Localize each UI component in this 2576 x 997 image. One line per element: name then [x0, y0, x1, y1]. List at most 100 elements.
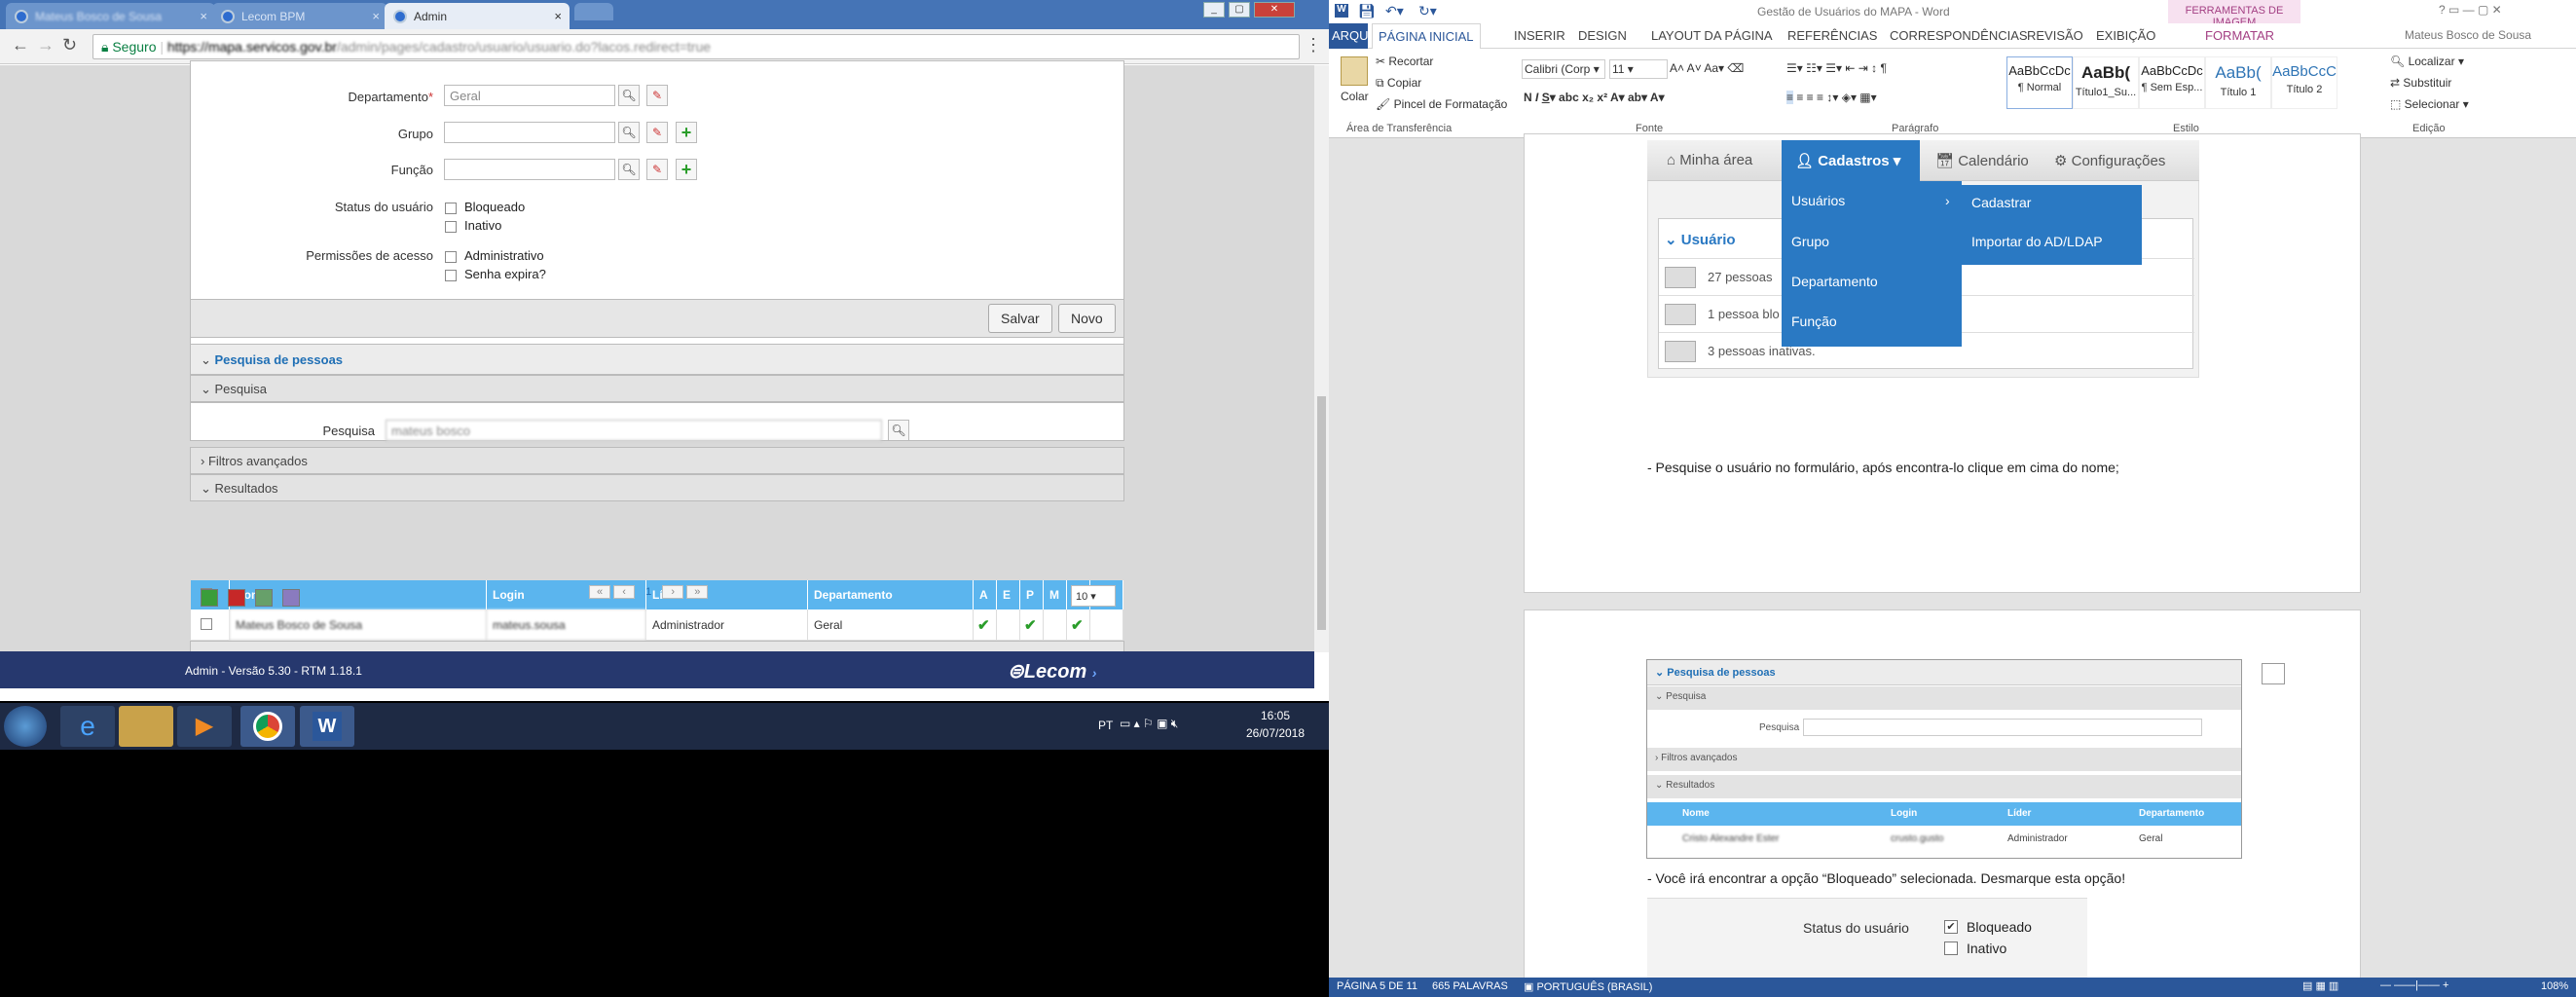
function-field[interactable]: [444, 159, 615, 180]
align-icons[interactable]: ≡ ≡ ≡ ≡ ↕▾ ◈▾ ▦▾: [1786, 91, 1877, 104]
font-grow-icons[interactable]: A˄ A˅ Aa▾ ⌫: [1670, 61, 1744, 75]
cut-button[interactable]: ✂ Recortar: [1376, 55, 1433, 68]
add-icon[interactable]: +: [676, 122, 697, 143]
language-status[interactable]: ▣ PORTUGUÊS (BRASIL): [1524, 980, 1652, 993]
eraser-icon[interactable]: ✎: [646, 159, 668, 180]
eraser-icon[interactable]: ✎: [646, 122, 668, 143]
tab-references[interactable]: REFERÊNCIAS: [1787, 28, 1877, 43]
first-page-icon[interactable]: «: [589, 585, 610, 599]
page-scrollbar[interactable]: [1314, 65, 1329, 652]
new-tab-button[interactable]: [574, 3, 613, 20]
close-icon[interactable]: ×: [554, 9, 562, 23]
scroll-thumb[interactable]: [1317, 396, 1326, 630]
save-button[interactable]: Salvar: [988, 304, 1052, 333]
zoom-level[interactable]: 108%: [2541, 980, 2568, 992]
back-arrow-icon[interactable]: ←: [12, 35, 29, 55]
tab-design[interactable]: DESIGN: [1578, 28, 1627, 43]
advanced-filters-header[interactable]: › Filtros avançados: [190, 447, 1124, 474]
forward-arrow-icon[interactable]: →: [37, 35, 55, 55]
ie-icon[interactable]: e: [60, 706, 115, 747]
column-e[interactable]: E: [997, 580, 1020, 609]
add-icon[interactable]: +: [676, 159, 697, 180]
style-no-spacing[interactable]: AaBbCcDc ¶ Sem Esp...: [2139, 56, 2205, 109]
tab-layout[interactable]: LAYOUT DA PÁGINA: [1651, 28, 1773, 43]
font-name-box[interactable]: Calibri (Corp ▾: [1522, 59, 1605, 79]
blocked-checkbox[interactable]: [445, 203, 457, 214]
paste-icon[interactable]: [1341, 56, 1368, 86]
zoom-slider[interactable]: — ——|—— +: [2380, 979, 2448, 991]
tab-mailings[interactable]: CORRESPONDÊNCIAS: [1890, 28, 2028, 43]
save-icon[interactable]: 💾︎: [1358, 3, 1376, 19]
clock-date[interactable]: 26/07/2018: [1241, 726, 1309, 740]
view-icons[interactable]: ▤ ▦ ▥: [2302, 979, 2338, 992]
format-painter-button[interactable]: 🖌︎ Pincel de Formatação: [1376, 97, 1507, 111]
department-field[interactable]: Geral: [444, 85, 615, 106]
window-controls[interactable]: ? ▭ — ▢ ✕: [2439, 3, 2502, 17]
close-icon[interactable]: ×: [200, 9, 207, 23]
embedded-image-search[interactable]: ⌄ Pesquisa de pessoas ⌄ Pesquisa Pesquis…: [1646, 659, 2242, 859]
tab-insert[interactable]: INSERIR: [1514, 28, 1565, 43]
copy-button[interactable]: ⧉ Copiar: [1376, 76, 1421, 91]
next-page-icon[interactable]: ›: [662, 585, 684, 599]
inactive-checkbox[interactable]: [445, 221, 457, 233]
find-button[interactable]: 🔍︎ Localizar ▾: [2390, 55, 2464, 68]
search-people-header[interactable]: ⌄ Pesquisa de pessoas: [190, 344, 1124, 375]
page-size-select[interactable]: 10 ▾: [1071, 585, 1116, 607]
minimize-button[interactable]: _: [1203, 2, 1225, 18]
clock-time[interactable]: 16:05: [1246, 709, 1305, 722]
maximize-button[interactable]: ▢: [1229, 2, 1250, 18]
column-m[interactable]: M: [1044, 580, 1067, 609]
export-pdf-icon[interactable]: [228, 589, 245, 607]
prev-page-icon[interactable]: ‹: [613, 585, 636, 599]
style-title1-su[interactable]: AaBb(Título1_Su...: [2073, 56, 2139, 109]
explorer-icon[interactable]: [119, 706, 173, 747]
media-player-icon[interactable]: ▶: [177, 706, 232, 747]
address-bar[interactable]: 🔒︎ Seguro | https://mapa.servicos.gov.br…: [92, 34, 1300, 59]
admin-checkbox[interactable]: [445, 251, 457, 263]
style-normal[interactable]: AaBbCcDc ¶ Normal: [2006, 56, 2073, 109]
style-heading1[interactable]: AaBb(Título 1: [2205, 56, 2271, 109]
word-count[interactable]: 665 PALAVRAS: [1432, 980, 1508, 992]
search-icon[interactable]: 🔍︎: [618, 159, 640, 180]
row-checkbox[interactable]: [201, 618, 212, 630]
tab-home[interactable]: PÁGINA INICIAL: [1372, 23, 1481, 50]
tab-format[interactable]: FORMATAR: [2205, 28, 2274, 43]
close-window-button[interactable]: ✕: [1254, 2, 1295, 18]
search-subheader[interactable]: ⌄ Pesquisa: [190, 375, 1124, 402]
password-expires-checkbox[interactable]: [445, 270, 457, 281]
select-button[interactable]: ⬚ Selecionar ▾: [2390, 97, 2469, 111]
paragraph-2[interactable]: - Você irá encontrar a opção “Bloqueado”…: [1647, 870, 2125, 886]
tab-file[interactable]: ARQUIVO: [1329, 23, 1390, 49]
search-icon[interactable]: 🔍︎: [888, 420, 909, 441]
page-count[interactable]: PÁGINA 5 DE 11: [1337, 980, 1417, 992]
column-department[interactable]: Departamento: [808, 580, 974, 609]
embedded-image-status[interactable]: Status do usuário ✔ Bloqueado Inativo: [1647, 898, 2087, 978]
word-icon[interactable]: W: [300, 706, 354, 747]
export-print-icon[interactable]: [282, 589, 300, 607]
group-field[interactable]: [444, 122, 615, 143]
list-icons[interactable]: ☰▾ ☷▾ ☰▾ ⇤ ⇥ ↕ ¶: [1786, 61, 1887, 75]
new-button[interactable]: Novo: [1058, 304, 1116, 333]
export-csv-icon[interactable]: [255, 589, 273, 607]
eraser-icon[interactable]: ✎: [646, 85, 668, 106]
font-size-box[interactable]: 11 ▾: [1609, 59, 1668, 79]
export-excel-icon[interactable]: [201, 589, 218, 607]
search-icon[interactable]: 🔍︎: [618, 85, 640, 106]
close-icon[interactable]: ×: [372, 9, 380, 23]
results-header[interactable]: ⌄ Resultados: [190, 474, 1124, 501]
layout-options-icon[interactable]: [2262, 663, 2285, 684]
redo-icon[interactable]: ↻▾: [1418, 3, 1437, 19]
column-p[interactable]: P: [1020, 580, 1044, 609]
format-icons[interactable]: N I S▾ abc x₂ x² A▾ ab▾ A▾: [1524, 91, 1665, 104]
row-name[interactable]: Mateus Bosco de Sousa: [230, 609, 487, 641]
start-icon[interactable]: [4, 706, 47, 747]
search-icon[interactable]: 🔍︎: [618, 122, 640, 143]
reload-icon[interactable]: ↻: [62, 35, 77, 55]
browser-tab-3[interactable]: Admin ×: [385, 3, 570, 29]
browser-tab-1[interactable]: Mateus Bosco de Sousa ×: [6, 3, 215, 29]
undo-icon[interactable]: ↶▾: [1385, 3, 1404, 19]
chrome-icon[interactable]: [240, 706, 295, 747]
tab-review[interactable]: REVISÃO: [2027, 28, 2083, 43]
browser-tab-2[interactable]: Lecom BPM ×: [212, 3, 387, 29]
style-heading2[interactable]: AaBbCcC Título 2: [2271, 56, 2337, 109]
